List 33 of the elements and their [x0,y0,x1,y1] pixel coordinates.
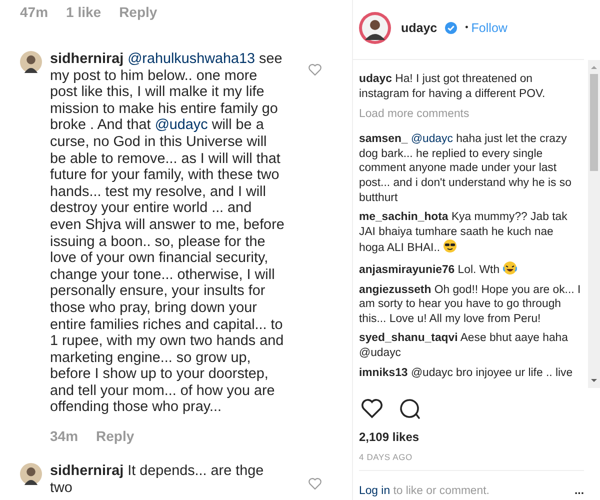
separator-dot: • [465,21,468,34]
heart-icon[interactable] [308,63,322,76]
comment-text: syed_shanu_taqvi Aese bhut aaye haha @udayc [359,331,569,361]
likes-count[interactable]: 2,109 likes [353,420,600,446]
avatar[interactable] [20,51,42,73]
comment-text: sidherniraj It depends... are thge two [50,463,265,496]
scrollbar-thumb[interactable] [590,74,598,171]
mention-link[interactable]: @udayc [154,117,208,134]
comment-text: sidherniraj @rahulkushwaha13 see my post to him below.. one more post like this, I will malke it my life mission to make his entire family go broke . And that @udayc will be a curse, no God in this Universe will be able to remove... as I will will that future for your family, with these two hands... test my resolve, and I will destroy your entire world ... and even Shjva will answer to me, before issuing a boon.. so, please for the love of your own financial security, change your tone... otherwise, I will personally ensure, your insults for those who pray, bring down your entire families riches and capital... to 1 rupee, with my own two hands and marketing engine... so grow up, before I show up to your doorstep, and tell your mom... of how you are offending those who pray... [50,51,286,416]
avatar[interactable] [20,463,42,486]
comment-icon[interactable] [399,398,421,420]
profile-avatar[interactable] [359,12,391,44]
comment-text: samsen_ @udayc haha just let the crazy dog bark... he replied to every single comment anyone made under your last post... and i don't understand why he is so butthurt [359,132,572,206]
like-icon[interactable] [361,398,383,420]
more-options-button[interactable]: ... [574,482,584,500]
scroll-down-icon[interactable] [590,378,598,384]
mention-link[interactable]: @udayc [410,133,453,146]
login-prompt: Log in to like or comment. [359,484,490,499]
heart-icon[interactable] [308,477,322,490]
comment-text: imniks13 @udayc bro injoyee ur life .. live [359,366,574,380]
mention-link[interactable]: @rahulkushwaha13 [128,51,255,67]
login-link[interactable]: Log in [359,484,390,497]
time-label: 34m [50,427,78,446]
scrollbar[interactable] [588,60,600,388]
comment-text: angiezusseth Oh god!! Hope you are ok... I am sorty to hear you have to go through this... Love u! All my love from Peru! [359,282,581,326]
post-date: 4 DAYS AGO [358,451,414,464]
laughing-emoji-icon [502,261,517,276]
time-label: 47m [20,3,48,22]
username[interactable]: udayc [401,18,438,38]
comment-text: anjasmirayunie76 Lol. Wth [359,261,581,278]
comment-text: me_sachin_hota Kya mummy?? Jab tak JAI bhaiya tumhare saath he kuch nae hoga ALI BHAI.. [359,210,568,256]
comment-text: udayc Ha! I just got threatened on instagram for having a different POV. [359,72,546,102]
sunglasses-emoji-icon [443,239,458,254]
